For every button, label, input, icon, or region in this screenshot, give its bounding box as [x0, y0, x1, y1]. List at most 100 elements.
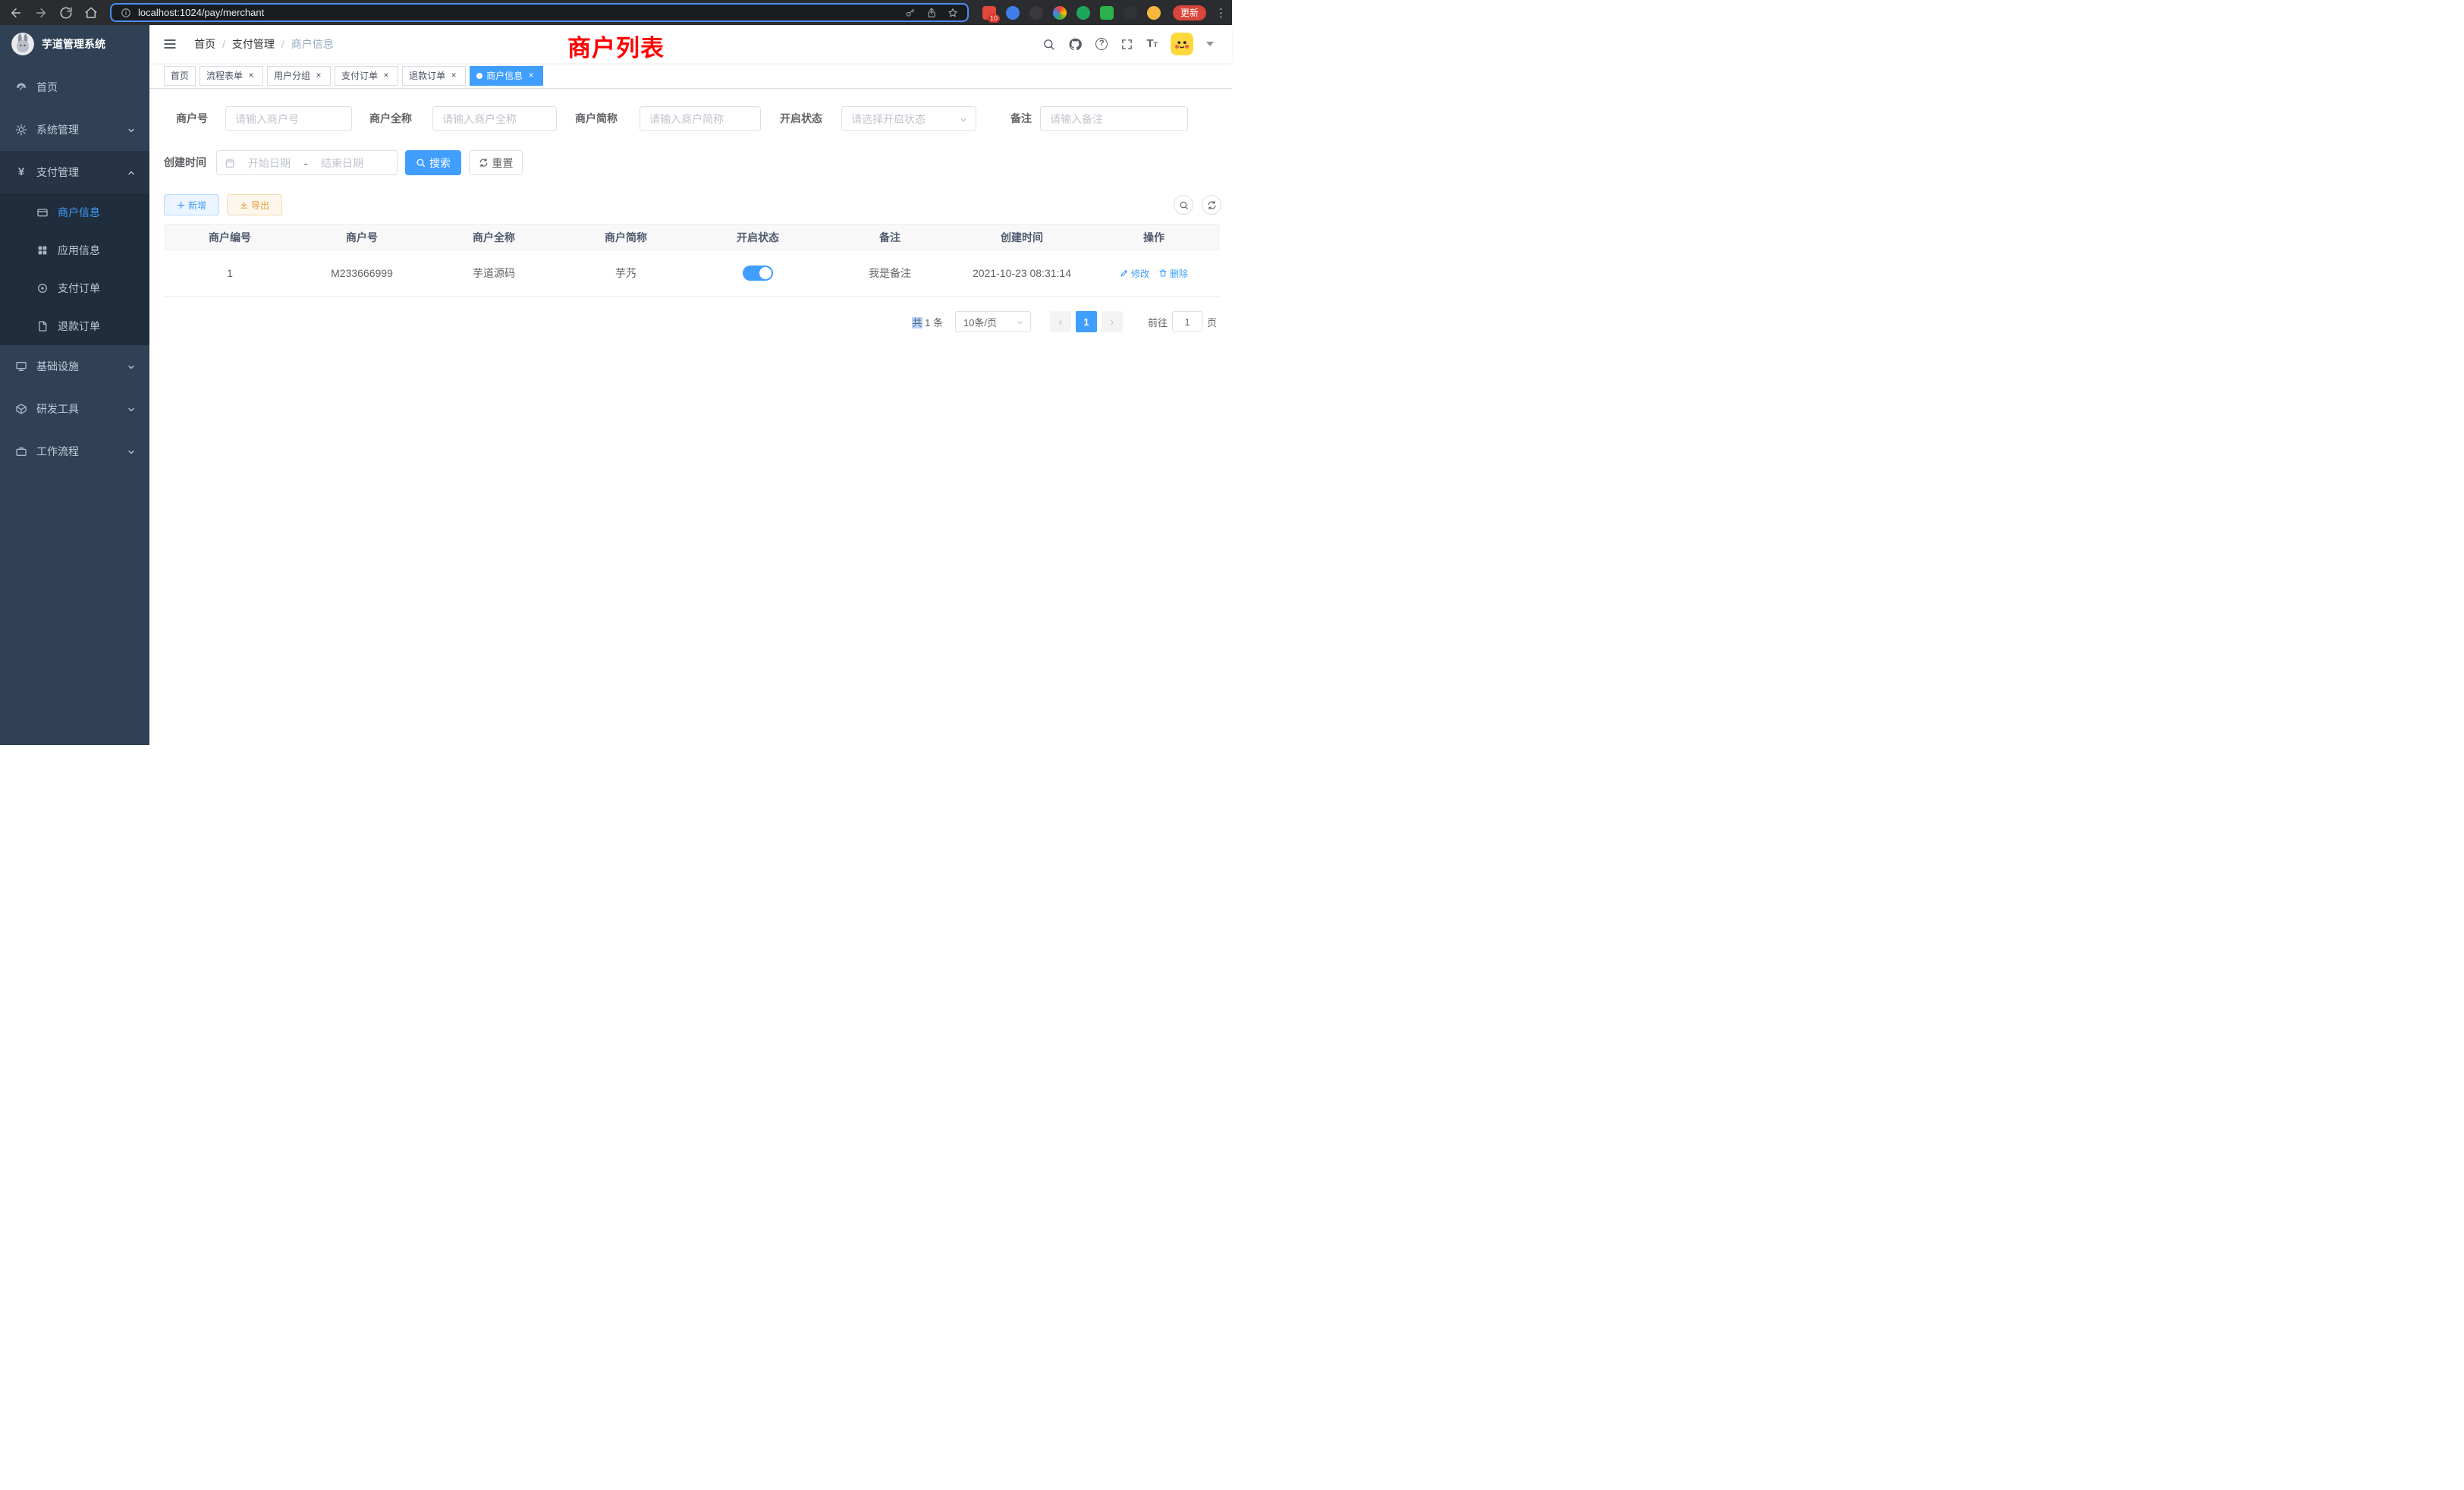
extension-icon-7[interactable]	[1124, 6, 1137, 20]
create-time-range-picker[interactable]: 开始日期 - 结束日期	[216, 150, 398, 175]
extension-icon-6[interactable]	[1100, 6, 1114, 20]
extension-icon-4[interactable]	[1053, 6, 1067, 20]
extension-icon-8[interactable]	[1147, 6, 1161, 20]
filter-label-full-name: 商户全称	[369, 106, 412, 131]
gear-icon	[15, 124, 27, 136]
sidebar-item-label: 研发工具	[36, 401, 79, 417]
tab-refund-orders[interactable]: 退款订单×	[402, 66, 466, 86]
font-large-glyph: T	[1146, 37, 1153, 50]
tab-close-icon[interactable]: ×	[526, 71, 536, 81]
search-button-label: 搜索	[429, 156, 451, 171]
sidebar-item-dev-tools[interactable]: 研发工具	[0, 388, 149, 430]
pagination: 共 1 条 10条/页 ‹ 1 › 前往 页	[912, 311, 1217, 332]
page-1-button[interactable]: 1	[1076, 311, 1097, 332]
bookmark-star-icon[interactable]	[948, 8, 958, 18]
forward-icon[interactable]	[34, 6, 48, 20]
credit-card-icon	[36, 206, 49, 218]
goto-page-input[interactable]	[1172, 311, 1202, 332]
status-select[interactable]: 请选择开启状态	[841, 106, 976, 131]
reset-button[interactable]: 重置	[469, 150, 523, 175]
tab-close-icon[interactable]: ×	[313, 71, 324, 81]
sidebar-item-merchant-info[interactable]: 商户信息	[0, 193, 149, 231]
table-row: 1 M233666999 芋道源码 芋艿 我是备注 2021-10-23 08:…	[164, 250, 1220, 297]
cell-actions: 修改 删除	[1088, 267, 1220, 280]
remark-input[interactable]	[1040, 106, 1188, 131]
tab-user-group[interactable]: 用户分组×	[267, 66, 331, 86]
export-button[interactable]: 导出	[227, 194, 282, 215]
site-info-icon[interactable]	[121, 8, 131, 18]
tab-close-icon[interactable]: ×	[381, 71, 391, 81]
extension-icon-1[interactable]: 10	[982, 6, 996, 20]
tab-merchant-info[interactable]: 商户信息×	[470, 66, 543, 86]
tab-close-icon[interactable]: ×	[246, 71, 256, 81]
address-bar[interactable]: localhost:1024/pay/merchant	[110, 3, 969, 22]
extension-icon-2[interactable]	[1006, 6, 1020, 20]
cell-merchant-no: M233666999	[296, 267, 428, 279]
browser-update-button[interactable]: 更新	[1173, 5, 1206, 20]
password-key-icon[interactable]	[905, 8, 916, 18]
home-icon[interactable]	[84, 6, 98, 20]
refresh-table-button[interactable]	[1202, 195, 1221, 215]
app-title: 芋道管理系统	[42, 36, 105, 52]
sidebar-item-app-info[interactable]: 应用信息	[0, 231, 149, 269]
question-glyph: ?	[1099, 39, 1105, 48]
github-icon[interactable]	[1068, 37, 1083, 52]
trash-icon	[1158, 269, 1168, 278]
tab-home[interactable]: 首页	[164, 66, 196, 86]
status-toggle[interactable]	[743, 266, 773, 281]
delete-button[interactable]: 删除	[1158, 267, 1188, 280]
col-header-status: 开启状态	[692, 225, 824, 250]
tab-close-icon[interactable]: ×	[448, 71, 459, 81]
logo-rabbit-image	[11, 33, 34, 55]
sidebar-item-refund-orders[interactable]: 退款订单	[0, 307, 149, 345]
reload-icon[interactable]	[59, 6, 73, 20]
fullscreen-icon[interactable]	[1120, 38, 1133, 51]
grid-icon	[36, 244, 49, 256]
edit-button[interactable]: 修改	[1120, 267, 1149, 280]
font-size-icon[interactable]: TT	[1146, 37, 1158, 51]
search-icon[interactable]	[1042, 38, 1055, 51]
circle-dot-icon	[36, 282, 49, 294]
next-page-button[interactable]: ›	[1102, 311, 1123, 332]
pagination-total-highlighted: 共	[912, 317, 922, 328]
tab-pay-orders[interactable]: 支付订单×	[335, 66, 398, 86]
app-logo[interactable]: 芋道管理系统	[0, 25, 149, 63]
full-name-input[interactable]	[432, 106, 557, 131]
user-menu-caret-icon[interactable]	[1206, 42, 1214, 46]
sidebar-item-label: 系统管理	[36, 122, 79, 137]
show-search-toggle-button[interactable]	[1174, 195, 1193, 215]
delete-button-label: 删除	[1170, 267, 1188, 280]
chevron-down-icon	[959, 115, 968, 124]
back-icon[interactable]	[9, 6, 23, 20]
browser-menu-icon[interactable]: ⋮	[1215, 6, 1226, 20]
sidebar-toggle-icon[interactable]	[162, 36, 178, 52]
extension-icon-5[interactable]	[1076, 6, 1090, 20]
search-button[interactable]: 搜索	[405, 150, 461, 175]
col-header-remark: 备注	[824, 225, 956, 250]
extension-icon-3[interactable]	[1029, 6, 1043, 20]
sidebar-item-label: 应用信息	[58, 243, 100, 258]
share-icon[interactable]	[926, 8, 937, 18]
help-icon[interactable]: ?	[1095, 38, 1108, 50]
extensions-area: 10	[982, 6, 1161, 20]
col-header-short-name: 商户简称	[560, 225, 692, 250]
sidebar-item-payment[interactable]: ¥ 支付管理	[0, 151, 149, 193]
breadcrumb-home[interactable]: 首页	[194, 36, 215, 52]
filter-label-remark: 备注	[1010, 106, 1032, 131]
pagination-goto: 前往 页	[1148, 311, 1217, 332]
tab-process-form[interactable]: 流程表单×	[200, 66, 263, 86]
add-button[interactable]: 新增	[164, 194, 219, 215]
merchant-no-input[interactable]	[225, 106, 352, 131]
short-name-input[interactable]	[640, 106, 761, 131]
sidebar-item-infrastructure[interactable]: 基础设施	[0, 345, 149, 388]
user-avatar[interactable]	[1171, 33, 1193, 55]
briefcase-icon	[15, 445, 27, 457]
sidebar-item-pay-orders[interactable]: 支付订单	[0, 269, 149, 307]
sidebar-item-system[interactable]: 系统管理	[0, 108, 149, 151]
page-size-select[interactable]: 10条/页	[955, 311, 1031, 332]
breadcrumb-payment[interactable]: 支付管理	[232, 36, 275, 52]
col-header-create-time: 创建时间	[956, 225, 1088, 250]
prev-page-button[interactable]: ‹	[1050, 311, 1071, 332]
sidebar-item-home[interactable]: 首页	[0, 66, 149, 108]
sidebar-item-workflow[interactable]: 工作流程	[0, 430, 149, 473]
